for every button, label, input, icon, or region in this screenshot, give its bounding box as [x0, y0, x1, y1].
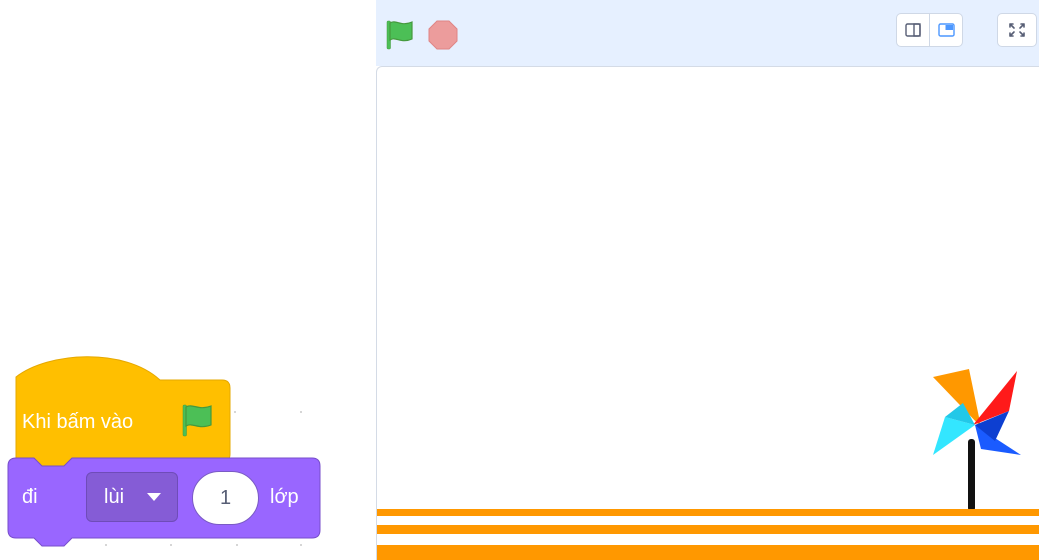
layer-count-input[interactable]: 1 — [192, 471, 259, 525]
app-root: Khi bấm vào đi lùi 1 lớp — [0, 0, 1039, 560]
ground-stripe — [377, 525, 1039, 534]
fullscreen-button[interactable] — [997, 13, 1037, 47]
motion-block-label: đi — [22, 486, 38, 508]
dropdown-value: lùi — [104, 486, 125, 508]
stop-icon[interactable] — [428, 20, 458, 50]
pinwheel-sprite[interactable] — [925, 367, 1025, 517]
stage-header — [376, 0, 1039, 66]
ground-stripe — [377, 545, 1039, 560]
fullscreen-icon — [1009, 23, 1025, 37]
motion-block-suffix: lớp — [270, 486, 299, 508]
code-workspace[interactable]: Khi bấm vào đi lùi 1 lớp — [0, 0, 376, 560]
stage-canvas[interactable] — [376, 66, 1039, 560]
small-stage-icon — [905, 23, 921, 37]
direction-dropdown[interactable]: lùi — [86, 472, 178, 522]
when-flag-clicked-block[interactable] — [0, 0, 376, 560]
ground-stripe — [377, 509, 1039, 516]
hat-block-label: Khi bấm vào — [22, 411, 134, 433]
small-stage-button[interactable] — [896, 13, 930, 47]
green-flag-icon[interactable] — [384, 19, 416, 51]
normal-stage-button[interactable] — [929, 13, 963, 47]
caret-down-icon — [147, 493, 161, 501]
green-flag-icon — [182, 404, 212, 437]
normal-stage-icon — [938, 23, 955, 37]
